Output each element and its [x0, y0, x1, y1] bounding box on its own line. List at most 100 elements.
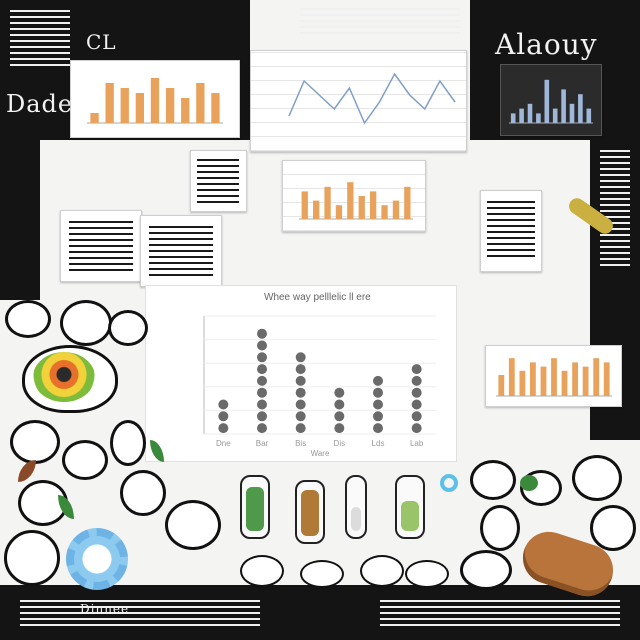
data-dot	[411, 411, 422, 422]
x-tick-label: Lab	[410, 439, 424, 448]
data-dot	[373, 411, 383, 422]
data-bar	[166, 88, 175, 123]
data-bar	[150, 78, 160, 123]
data-bar-Dne	[218, 399, 229, 434]
doodle-circle	[60, 300, 112, 346]
data-bar	[544, 79, 550, 123]
data-dot	[218, 423, 229, 434]
document-card-2	[140, 215, 222, 287]
monitor-bar-chart	[509, 79, 593, 124]
data-bar	[196, 83, 205, 123]
doodle-circle	[4, 530, 60, 586]
data-line	[288, 72, 456, 125]
tube-fill	[351, 507, 361, 531]
data-bar	[324, 186, 331, 219]
doodle-circle	[108, 310, 148, 346]
document-card-3	[190, 150, 247, 212]
doodle-circle	[572, 455, 622, 501]
data-dot	[257, 387, 267, 398]
data-dot	[334, 411, 345, 422]
x-tick-label: Bis	[295, 439, 306, 448]
text-block	[300, 8, 460, 34]
data-bar	[540, 366, 547, 396]
data-dot	[295, 375, 306, 386]
frame-left	[0, 140, 40, 300]
data-dot	[295, 387, 306, 398]
top-left-tag: CL	[86, 30, 117, 54]
data-bar	[90, 113, 99, 123]
data-bar	[536, 113, 541, 123]
data-bar	[135, 93, 144, 123]
data-bar	[498, 375, 505, 396]
data-bar	[335, 205, 343, 219]
bottle-icon	[295, 480, 325, 544]
data-bar	[211, 93, 220, 123]
text-block	[600, 150, 630, 270]
data-dot	[257, 423, 267, 434]
data-dot	[373, 423, 383, 434]
x-tick-label: Dis	[334, 439, 346, 448]
data-bar	[519, 370, 526, 396]
test-tube-icon	[240, 475, 270, 539]
document-card-1	[60, 210, 142, 282]
data-bar	[527, 103, 533, 123]
data-bar	[593, 358, 600, 396]
data-bar	[105, 83, 114, 123]
data-bar	[569, 103, 575, 123]
doodle-circle	[460, 550, 512, 590]
data-dot	[218, 411, 229, 422]
text-block	[380, 600, 620, 626]
data-dot	[257, 399, 267, 410]
doodle-circle	[470, 460, 516, 500]
data-bar	[370, 191, 377, 219]
ring-icon	[66, 528, 128, 590]
main-chart-title: Whee way pelllelic ll ere	[264, 292, 371, 303]
leaf-icon	[520, 475, 538, 491]
data-bar	[358, 196, 365, 219]
data-bar	[347, 182, 354, 219]
test-tube-icon	[345, 475, 367, 539]
right-bar-chart	[496, 358, 612, 397]
data-dot	[218, 399, 229, 410]
data-dot	[257, 328, 267, 339]
data-dot	[295, 411, 306, 422]
document-text	[149, 226, 213, 276]
gear-icon	[440, 474, 458, 492]
data-dot	[411, 423, 422, 434]
data-bar	[181, 98, 190, 123]
data-bar	[582, 366, 589, 396]
data-bar	[572, 362, 578, 396]
doodle-circle	[360, 555, 404, 587]
corner-heading: Alaouy	[495, 28, 598, 61]
data-dot	[295, 399, 306, 410]
document-text	[197, 159, 239, 203]
data-dot	[257, 352, 267, 363]
data-bar	[603, 362, 610, 396]
mini-bar-chart-2	[299, 182, 413, 220]
data-dot	[411, 399, 422, 410]
doodle-circle	[5, 300, 51, 338]
data-bar-Bis	[295, 352, 306, 434]
bottom-tag: Dinnee	[80, 602, 130, 616]
data-dot	[373, 399, 383, 410]
main-chart-card: Whee way pelllelic ll ere Dne Bar Bis Dis Ld…	[145, 285, 457, 462]
data-bar	[519, 108, 524, 123]
mini-bar-chart-1	[87, 78, 223, 124]
doodle-circle	[120, 470, 166, 516]
data-dot	[411, 375, 422, 386]
line-chart	[288, 72, 456, 125]
data-bar	[381, 205, 388, 219]
data-dot	[295, 352, 306, 363]
data-dot	[334, 399, 345, 410]
tube-fill	[401, 501, 419, 531]
data-bar	[392, 200, 400, 219]
data-bar	[552, 108, 558, 123]
data-dot	[373, 375, 383, 386]
data-dot	[257, 375, 267, 386]
data-dot	[411, 364, 422, 375]
text-block	[20, 600, 260, 626]
data-dot	[295, 364, 306, 375]
data-bar	[561, 370, 568, 396]
leaf-icon	[18, 460, 36, 482]
data-dot	[257, 411, 267, 422]
